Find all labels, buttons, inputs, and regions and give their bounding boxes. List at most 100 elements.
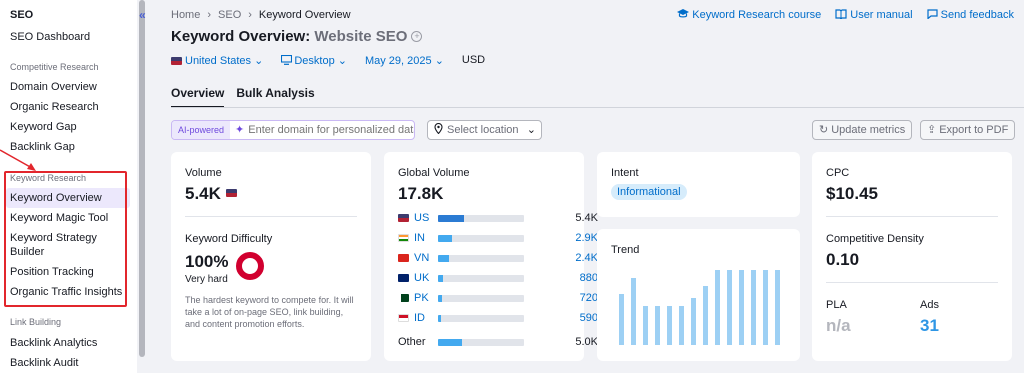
country-code[interactable]: UK [414, 272, 429, 284]
country-row-uk: UK 880 [398, 272, 598, 286]
add-keyword-icon[interactable]: + [411, 31, 423, 42]
pla-label: PLA [826, 299, 847, 311]
global-volume-label: Global Volume [398, 167, 470, 179]
country-volume[interactable]: 880 [580, 272, 598, 284]
filters-bar: United States ⌄ Desktop ⌄ May 29, 2025 ⌄… [171, 54, 485, 67]
ads-label: Ads [920, 299, 939, 311]
breadcrumb-current: Keyword Overview [258, 9, 351, 21]
volume-label: Volume [185, 167, 222, 179]
sidebar-item-organic-research[interactable]: Organic Research [10, 101, 99, 113]
trend-bar [655, 306, 660, 345]
flag-icon [398, 294, 409, 302]
breadcrumb-home[interactable]: Home [171, 9, 200, 21]
other-share-fill [438, 339, 463, 346]
country-code[interactable]: VN [414, 252, 429, 264]
highlight-box [4, 171, 127, 307]
difficulty-donut [236, 252, 264, 280]
ads-value[interactable]: 31 [920, 316, 939, 336]
update-metrics-button[interactable]: ↻ Update metrics [812, 120, 913, 140]
domain-input[interactable] [244, 121, 415, 139]
trend-bar [619, 294, 624, 345]
country-volume[interactable]: 590 [580, 312, 598, 324]
collapse-sidebar-icon[interactable]: « [139, 8, 146, 22]
tab-bulk-analysis[interactable]: Bulk Analysis [236, 86, 314, 108]
country-row-in: IN 2.9K [398, 232, 598, 246]
sidebar-scrollbar-thumb[interactable] [139, 0, 145, 357]
sidebar-item-seo-dashboard[interactable]: SEO Dashboard [10, 31, 90, 43]
trend-bar [751, 270, 756, 345]
sidebar-item-domain-overview[interactable]: Domain Overview [10, 81, 97, 93]
country-code[interactable]: ID [414, 312, 425, 324]
volume-value-text: 5.4K [185, 184, 221, 203]
flag-icon [398, 254, 409, 262]
cpc-card: CPC $10.45 Competitive Density 0.10 PLA … [812, 152, 1012, 361]
sidebar-item-keyword-gap[interactable]: Keyword Gap [10, 121, 77, 133]
device-label: Desktop [294, 55, 335, 67]
country-code[interactable]: PK [414, 292, 429, 304]
send-feedback-label: Send feedback [940, 9, 1014, 21]
country-share-bar [438, 275, 524, 282]
location-select[interactable]: Select location ⌄ [427, 120, 542, 140]
annotation-arrow-icon [0, 149, 36, 171]
country-row-pk: PK 720 [398, 292, 598, 306]
currency-label: USD [461, 54, 486, 66]
country-volume[interactable]: 2.4K [575, 252, 598, 264]
country-share-fill [438, 275, 444, 282]
trend-chart [619, 267, 787, 345]
user-manual-link[interactable]: User manual [835, 9, 913, 21]
trend-bar [703, 286, 708, 345]
flag-icon [398, 234, 409, 242]
country-volume: 5.4K [575, 212, 598, 224]
intent-card: Intent Informational [597, 152, 800, 217]
country-code[interactable]: US [414, 212, 429, 224]
country-share-fill [438, 255, 450, 262]
export-icon: ⇪ [927, 124, 937, 136]
tab-overview[interactable]: Overview [171, 86, 225, 108]
chevron-down-icon: ⌄ [337, 55, 347, 67]
volume-card: Volume 5.4K Keyword Difficulty 100% Very… [171, 152, 371, 361]
date-label: May 29, 2025 [364, 55, 432, 67]
date-selector[interactable]: May 29, 2025 ⌄ [365, 54, 444, 67]
feedback-icon [927, 9, 938, 20]
location-placeholder: Select location [447, 124, 519, 136]
page-title-prefix: Keyword Overview: [171, 28, 311, 45]
country-volume[interactable]: 720 [580, 292, 598, 304]
divider [185, 216, 357, 217]
sidebar-title: SEO [10, 9, 34, 21]
breadcrumb-separator: › [248, 9, 252, 21]
country-share-fill [438, 295, 443, 302]
country-rows: US 5.4K IN 2.9K VN 2.4K UK 880 PK 720 ID 590 Other 5.… [398, 212, 598, 354]
country-code[interactable]: IN [414, 232, 425, 244]
sidebar-item-backlink-audit[interactable]: Backlink Audit [10, 357, 78, 369]
country-selector[interactable]: United States ⌄ [171, 54, 263, 67]
country-share-bar [438, 295, 524, 302]
export-pdf-button[interactable]: ⇪ Export to PDF [920, 120, 1016, 140]
breadcrumb: Home › SEO › Keyword Overview [171, 9, 351, 21]
other-volume: 5.0K [575, 336, 598, 348]
flag-icon [398, 214, 409, 222]
divider [826, 216, 998, 217]
book-icon [835, 9, 847, 20]
breadcrumb-separator: › [207, 9, 212, 21]
country-share-bar [438, 315, 524, 322]
volume-value: 5.4K [185, 184, 240, 204]
export-pdf-label: Export to PDF [939, 124, 1009, 136]
page-title: Keyword Overview: Website SEO + [171, 28, 423, 45]
keyword-research-course-link[interactable]: Keyword Research course [677, 9, 821, 21]
breadcrumb-seo[interactable]: SEO [218, 9, 241, 21]
us-flag-icon [171, 57, 182, 65]
trend-bar [691, 298, 696, 345]
send-feedback-link[interactable]: Send feedback [927, 9, 1014, 21]
main-content: Home › SEO › Keyword Overview Keyword Resear… [150, 0, 1024, 373]
keyword-research-course-label: Keyword Research course [692, 9, 822, 21]
keyword-difficulty-level: Very hard [185, 274, 228, 285]
device-selector[interactable]: Desktop ⌄ [281, 54, 347, 67]
trend-bar [727, 270, 732, 345]
sidebar-item-backlink-analytics[interactable]: Backlink Analytics [10, 337, 97, 349]
chevron-down-icon: ⌄ [254, 55, 264, 67]
country-volume[interactable]: 2.9K [575, 232, 598, 244]
location-pin-icon [434, 122, 443, 135]
flag-icon [398, 274, 409, 282]
tabs: Overview Bulk Analysis [171, 86, 315, 108]
update-metrics-label: Update metrics [831, 124, 906, 136]
